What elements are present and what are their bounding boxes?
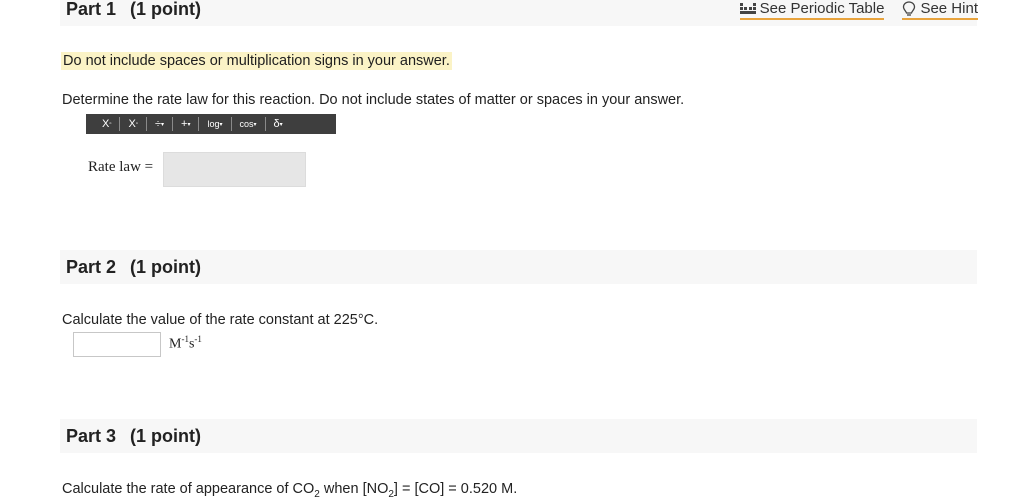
see-hint-link[interactable]: See Hint (902, 0, 978, 20)
plus-button[interactable]: + ▾ (173, 117, 200, 131)
part3-header: Part 3 (1 point) (60, 419, 977, 453)
no-spaces-instruction: Do not include spaces or multiplication … (61, 52, 452, 70)
question3-middle: when [NO (319, 481, 389, 497)
unit-s-exponent: -1 (194, 334, 202, 344)
fraction-button[interactable]: ÷ ▾ (147, 117, 174, 131)
periodic-table-icon (739, 2, 756, 15)
delta-button[interactable]: δ ▾ (266, 117, 291, 131)
question3-prefix: Calculate the rate of appearance of CO (62, 481, 315, 497)
unit-m: M (169, 336, 182, 352)
subscript-label: X (128, 118, 136, 130)
part2-points: (1 point) (130, 256, 202, 277)
equation-toolbar: X ▫ X ▫ ÷ ▾ + ▾ log ▾ cos ▾ δ ▾ (86, 114, 336, 134)
rate-constant-input[interactable] (73, 332, 161, 357)
part1-points: (1 point) (130, 0, 202, 19)
part3-title: Part 3 (66, 425, 117, 446)
rate-constant-unit: M-1s-1 (169, 334, 202, 353)
log-button[interactable]: log ▾ (199, 117, 232, 131)
see-hint-label: See Hint (920, 0, 978, 17)
top-links: See Periodic Table See Hint (739, 0, 978, 20)
subscript-button[interactable]: X ▫ (120, 117, 147, 131)
part3-points: (1 point) (130, 425, 202, 446)
cos-label: cos (239, 119, 254, 129)
question1-text: Determine the rate law for this reaction… (62, 92, 685, 108)
superscript-label: X (102, 118, 110, 130)
question2-text: Calculate the value of the rate constant… (62, 312, 379, 328)
see-periodic-table-label: See Periodic Table (759, 0, 885, 17)
superscript-button[interactable]: X ▫ (94, 117, 121, 131)
part1-title: Part 1 (66, 0, 117, 19)
cos-button[interactable]: cos ▾ (232, 117, 266, 131)
unit-m-exponent: -1 (181, 334, 189, 344)
log-label: log (207, 119, 220, 129)
lightbulb-icon (902, 0, 916, 17)
question3-suffix: ] = [CO] = 0.520 M. (393, 481, 518, 497)
question3-text: Calculate the rate of appearance of CO2 … (62, 481, 517, 500)
see-periodic-table-link[interactable]: See Periodic Table (739, 0, 885, 20)
part2-header: Part 2 (1 point) (60, 250, 977, 284)
rate-law-label: Rate law = (88, 159, 154, 175)
part2-title: Part 2 (66, 256, 117, 277)
rate-law-input[interactable] (163, 152, 306, 187)
